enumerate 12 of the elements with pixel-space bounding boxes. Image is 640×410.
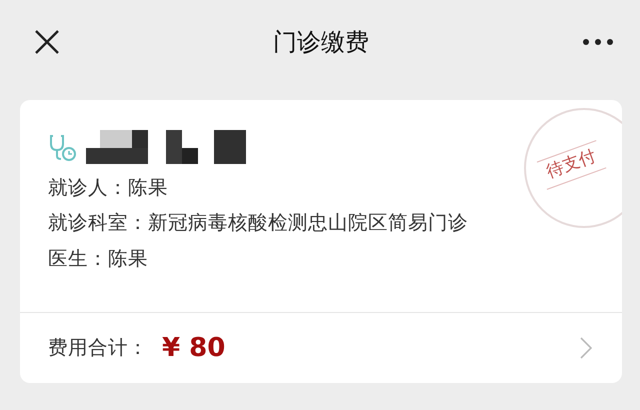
stethoscope-clock-icon: [48, 132, 78, 162]
info-line: 就诊科室：新冠病毒核酸检测忠山院区简易门诊: [48, 211, 469, 235]
bill-card[interactable]: 待支付 就诊人：陈果 就诊科室：新冠病毒核酸检测忠山院区简易门诊 医生：陈果 费用合计： ¥ 80: [20, 100, 622, 383]
more-icon: [582, 38, 614, 46]
stamp-text: 待支付: [536, 140, 606, 190]
total-label: 费用合计：: [48, 335, 148, 362]
chevron-right-icon: [580, 337, 592, 359]
page-title: 门诊缴费: [273, 27, 369, 58]
total-amount: ¥ 80: [162, 332, 226, 364]
info-line: 就诊人：陈果: [48, 176, 169, 200]
info-line: 医生：陈果: [48, 246, 149, 270]
close-icon: [34, 29, 60, 55]
